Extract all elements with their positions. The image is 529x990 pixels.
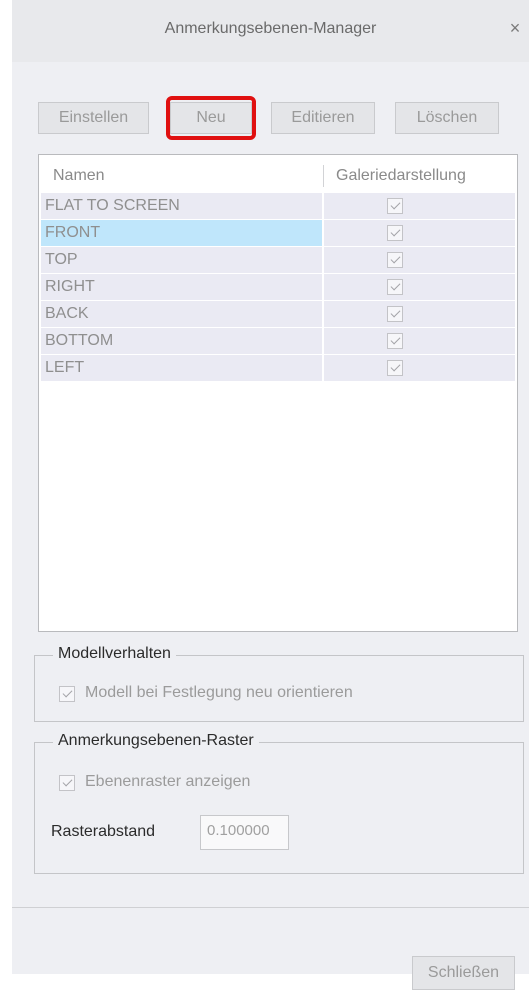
- show-grid-label: Ebenenraster anzeigen: [85, 773, 251, 790]
- gallery-checkbox[interactable]: [387, 279, 403, 295]
- list-item[interactable]: RIGHT: [41, 274, 515, 301]
- edit-button[interactable]: Editieren: [271, 102, 375, 134]
- annotation-planes-manager-dialog: Anmerkungsebenen-Manager × Einstellen Ne…: [12, 0, 529, 990]
- list-item[interactable]: LEFT: [41, 355, 515, 382]
- gallery-cell: [324, 247, 515, 273]
- model-behavior-group: Modellverhalten Modell bei Festlegung ne…: [34, 645, 524, 722]
- list-item[interactable]: TOP: [41, 247, 515, 274]
- gallery-cell: [324, 220, 515, 246]
- delete-button[interactable]: Löschen: [395, 102, 499, 134]
- gallery-checkbox[interactable]: [387, 225, 403, 241]
- gallery-checkbox[interactable]: [387, 360, 403, 376]
- new-button-highlight: [166, 96, 256, 140]
- reorient-model-option[interactable]: Modell bei Festlegung neu orientieren: [59, 684, 459, 704]
- gallery-checkbox[interactable]: [387, 198, 403, 214]
- reorient-model-label: Modell bei Festlegung neu orientieren: [85, 684, 353, 701]
- reorient-model-checkbox[interactable]: [59, 686, 75, 702]
- list-item[interactable]: BOTTOM: [41, 328, 515, 355]
- grid-legend: Anmerkungsebenen-Raster: [53, 732, 259, 750]
- footer-divider: [12, 907, 529, 908]
- gallery-checkbox[interactable]: [387, 306, 403, 322]
- show-grid-checkbox[interactable]: [59, 775, 75, 791]
- list-item-name: FLAT TO SCREEN: [41, 193, 322, 219]
- window-title: Anmerkungsebenen-Manager: [164, 20, 377, 37]
- list-header: Namen Galeriedarstellung: [39, 155, 517, 191]
- grid-spacing-input[interactable]: 0.100000: [200, 815, 289, 850]
- gallery-cell: [324, 274, 515, 300]
- gallery-checkbox[interactable]: [387, 252, 403, 268]
- show-grid-option[interactable]: Ebenenraster anzeigen: [59, 773, 359, 793]
- list-item-name: BACK: [41, 301, 322, 327]
- title-bar: Anmerkungsebenen-Manager ×: [12, 0, 529, 62]
- list-item-name: RIGHT: [41, 274, 322, 300]
- list-item-name: LEFT: [41, 355, 322, 381]
- gallery-cell: [324, 328, 515, 354]
- grid-spacing-label: Rasterabstand: [51, 823, 156, 840]
- list-item[interactable]: BACK: [41, 301, 515, 328]
- list-item-name: FRONT: [41, 220, 322, 246]
- list-item-name: TOP: [41, 247, 322, 273]
- model-behavior-legend: Modellverhalten: [53, 645, 176, 663]
- close-button[interactable]: Schließen: [412, 956, 515, 990]
- list-item-name: BOTTOM: [41, 328, 322, 354]
- gallery-cell: [324, 301, 515, 327]
- column-header-names[interactable]: Namen: [53, 167, 105, 185]
- list-item[interactable]: FLAT TO SCREEN: [41, 193, 515, 220]
- close-icon[interactable]: ×: [507, 18, 523, 38]
- set-button[interactable]: Einstellen: [38, 102, 149, 134]
- gallery-cell: [324, 193, 515, 219]
- column-divider: [323, 165, 324, 187]
- gallery-checkbox[interactable]: [387, 333, 403, 349]
- gallery-cell: [324, 355, 515, 381]
- grid-group: Anmerkungsebenen-Raster Ebenenraster anz…: [34, 732, 524, 874]
- column-header-gallery[interactable]: Galeriedarstellung: [336, 167, 466, 185]
- list-item[interactable]: FRONT: [41, 220, 515, 247]
- annotation-planes-list[interactable]: Namen Galeriedarstellung FLAT TO SCREEN F…: [38, 154, 518, 632]
